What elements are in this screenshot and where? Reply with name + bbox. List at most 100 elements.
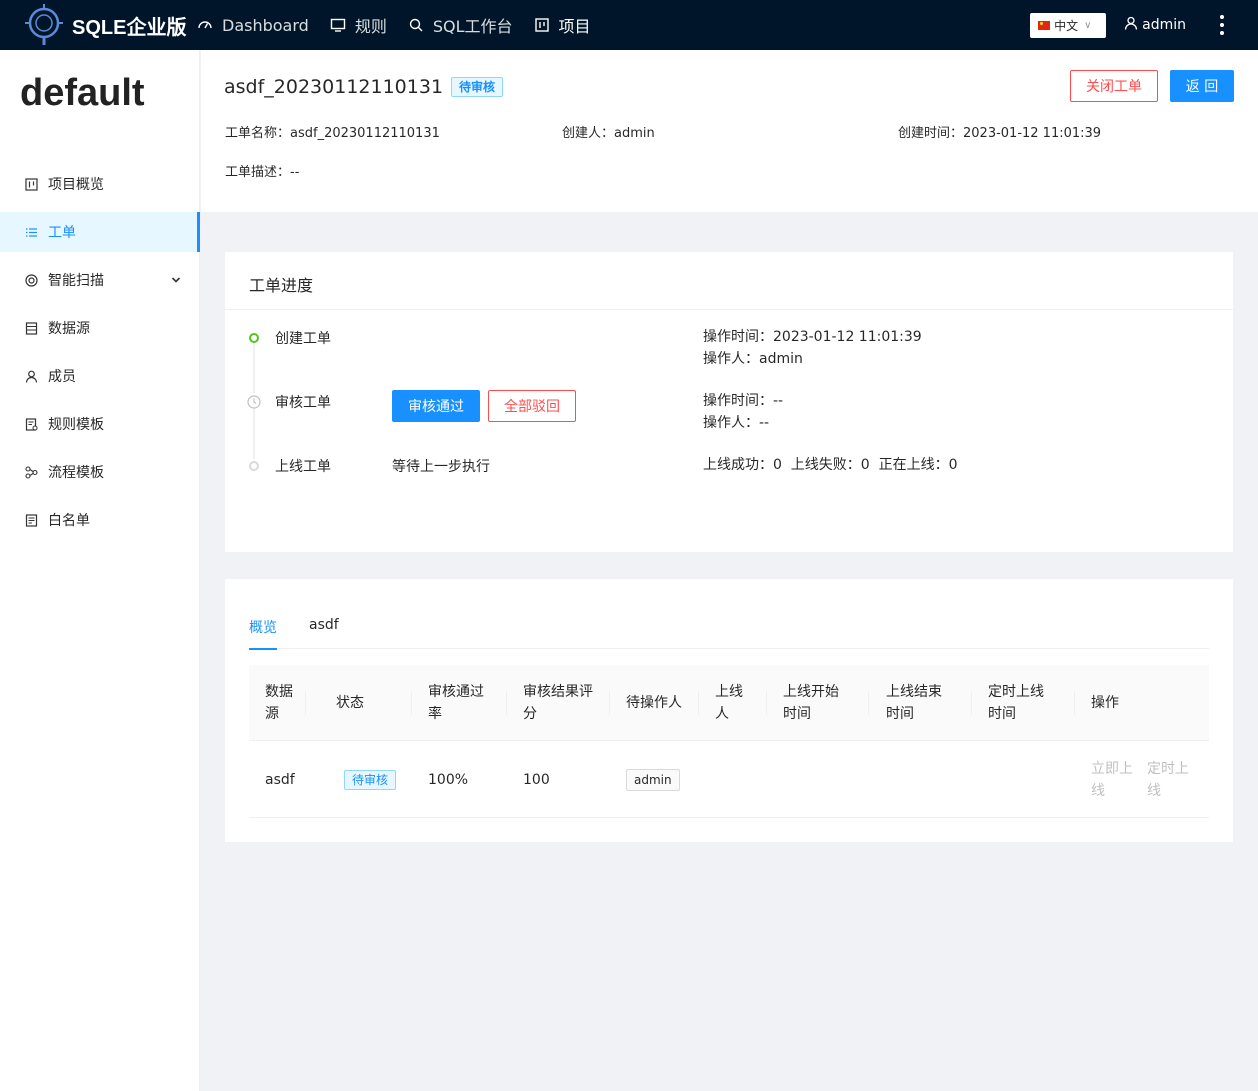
user-icon <box>24 369 38 383</box>
table-header: 数据 源 状态 审核通过 率 审核结果评 分 待操作人 上线 人 上线开始 时间… <box>249 665 1209 741</box>
step-operator: 操作人：-- <box>703 415 770 431</box>
cell-datasource: asdf <box>265 771 295 788</box>
cell-score: 100 <box>523 771 550 788</box>
table-row: asdf 待审核 100% 100 admin 立即上线 定时上线 <box>249 741 1209 818</box>
chevron-down-icon <box>171 273 181 289</box>
flow-icon <box>24 465 38 479</box>
order-created-time-info: 创建时间：2023-01-12 11:01:39 <box>898 126 1102 141</box>
top-navbar: SQLE企业版 Dashboard 规则 SQL工作台 项目 中文 ∨ admi… <box>0 0 1258 50</box>
project-overview-icon <box>24 177 38 191</box>
status-badge: 待审核 <box>451 77 504 97</box>
sidebar-item-project-overview[interactable]: 项目概览 <box>0 164 199 204</box>
status-badge: 待审核 <box>344 769 397 790</box>
column-header: 审核通过 率 <box>428 684 484 722</box>
step-done-icon <box>249 333 259 343</box>
back-button[interactable]: 返 回 <box>1170 70 1234 102</box>
timeline-line <box>253 343 255 393</box>
nav-rules[interactable]: 规则 <box>329 0 387 50</box>
rule-template-icon <box>24 417 38 431</box>
whitelist-icon <box>24 513 38 527</box>
chevron-down-icon: ∨ <box>1084 19 1092 31</box>
sidebar-item-label: 项目概览 <box>48 177 104 193</box>
column-header: 定时上线 时间 <box>988 684 1044 722</box>
sidebar-item-orders[interactable]: 工单 <box>0 212 200 252</box>
reject-all-button[interactable]: 全部驳回 <box>488 390 576 422</box>
dashboard-icon <box>196 16 214 34</box>
user-menu[interactable]: admin <box>1124 16 1186 34</box>
launch-stats: 上线成功：0 上线失败：0 正在上线：0 <box>703 457 958 473</box>
timeline-line <box>253 409 255 459</box>
sidebar-item-whitelist[interactable]: 白名单 <box>0 500 199 540</box>
cell-assignee: admin <box>610 741 680 818</box>
language-select[interactable]: 中文 ∨ <box>1030 12 1107 38</box>
sidebar-item-label: 白名单 <box>48 513 90 529</box>
column-header: 操作 <box>1091 695 1119 711</box>
order-description-info: 工单描述：-- <box>225 165 300 180</box>
project-name: default <box>20 72 145 114</box>
step-waiting-text: 等待上一步执行 <box>392 459 490 475</box>
column-divider <box>868 691 869 715</box>
order-header: asdf_20230112110131 待审核 关闭工单 返 回 工单名称：as… <box>201 50 1258 212</box>
task-tabs: 概览 asdf <box>249 617 1209 650</box>
brand-name: SQLE企业版 <box>72 16 187 39</box>
sqle-logo-icon <box>25 4 63 45</box>
step-time: 操作时间：2023-01-12 11:01:39 <box>703 329 922 345</box>
column-header: 上线结束 时间 <box>886 684 942 722</box>
assignee-tag: admin <box>626 768 680 791</box>
sidebar-item-rule-template[interactable]: 规则模板 <box>0 404 199 444</box>
sidebar-item-label: 规则模板 <box>48 417 104 433</box>
tab-asdf[interactable]: asdf <box>309 617 339 649</box>
more-menu-icon[interactable] <box>1214 15 1230 35</box>
page-title: asdf_20230112110131 待审核 <box>224 76 504 98</box>
sidebar-item-smart-scan[interactable]: 智能扫描 <box>0 260 199 300</box>
sidebar-item-label: 流程模板 <box>48 465 104 481</box>
step-pending-icon <box>249 461 259 471</box>
sidebar-item-flow-template[interactable]: 流程模板 <box>0 452 199 492</box>
sidebar-item-label: 数据源 <box>48 321 90 337</box>
main-nav: Dashboard 规则 SQL工作台 项目 <box>196 0 611 50</box>
step-name: 上线工单 <box>275 459 331 475</box>
column-header: 上线开始 时间 <box>783 684 839 722</box>
user-icon <box>1124 16 1138 34</box>
search-icon <box>407 16 425 34</box>
step-name: 创建工单 <box>275 331 331 347</box>
nav-dashboard[interactable]: Dashboard <box>196 0 309 50</box>
top-right-controls: 中文 ∨ admin <box>1030 0 1258 50</box>
nav-dashboard-label: Dashboard <box>222 15 309 35</box>
user-name: admin <box>1142 17 1186 33</box>
schedule-launch-link[interactable]: 定时上线 <box>1147 758 1195 802</box>
column-header: 数据 源 <box>265 684 293 722</box>
china-flag-icon <box>1038 20 1051 30</box>
project-icon <box>533 16 551 34</box>
order-title-text: asdf_20230112110131 <box>224 76 444 98</box>
step-time: 操作时间：-- <box>703 393 784 409</box>
sidebar-item-label: 成员 <box>48 369 76 385</box>
order-progress-card: 工单进度 创建工单 操作时间：2023-01-12 11:01:39 操作人：a… <box>225 252 1233 552</box>
approve-button[interactable]: 审核通过 <box>392 390 480 422</box>
nav-sql-workbench[interactable]: SQL工作台 <box>407 0 513 50</box>
step-operator: 操作人：admin <box>703 351 803 367</box>
cell-actions: 立即上线 定时上线 <box>1075 741 1195 818</box>
task-table-card: 概览 asdf 数据 源 状态 审核通过 率 审核结果评 分 待操作人 上线 人… <box>225 579 1233 842</box>
logo[interactable]: SQLE企业版 <box>0 3 196 47</box>
monitor-icon <box>329 16 347 34</box>
step-meta: 操作时间：-- 操作人：-- <box>703 390 783 434</box>
cell-status: 待审核 <box>320 741 397 818</box>
sidebar: default 项目概览 工单 智能扫描 数据源 成员 规则模板 流程模板 白名… <box>0 50 200 1091</box>
step-name: 审核工单 <box>275 395 331 411</box>
column-header: 待操作人 <box>626 695 682 711</box>
nav-sql-workbench-label: SQL工作台 <box>432 17 513 36</box>
order-name-info: 工单名称：asdf_20230112110131 <box>225 126 440 141</box>
nav-project[interactable]: 项目 <box>533 0 591 50</box>
scan-icon <box>24 273 38 287</box>
nav-project-label: 项目 <box>558 17 591 36</box>
tab-overview[interactable]: 概览 <box>249 617 277 650</box>
progress-card-title: 工单进度 <box>225 252 1233 310</box>
sidebar-item-members[interactable]: 成员 <box>0 356 199 396</box>
launch-now-link[interactable]: 立即上线 <box>1091 758 1139 802</box>
sidebar-item-datasource[interactable]: 数据源 <box>0 308 199 348</box>
sidebar-item-label: 智能扫描 <box>48 273 104 289</box>
cell-pass-rate: 100% <box>428 771 469 788</box>
language-label: 中文 <box>1054 18 1079 33</box>
close-order-button[interactable]: 关闭工单 <box>1070 70 1158 102</box>
